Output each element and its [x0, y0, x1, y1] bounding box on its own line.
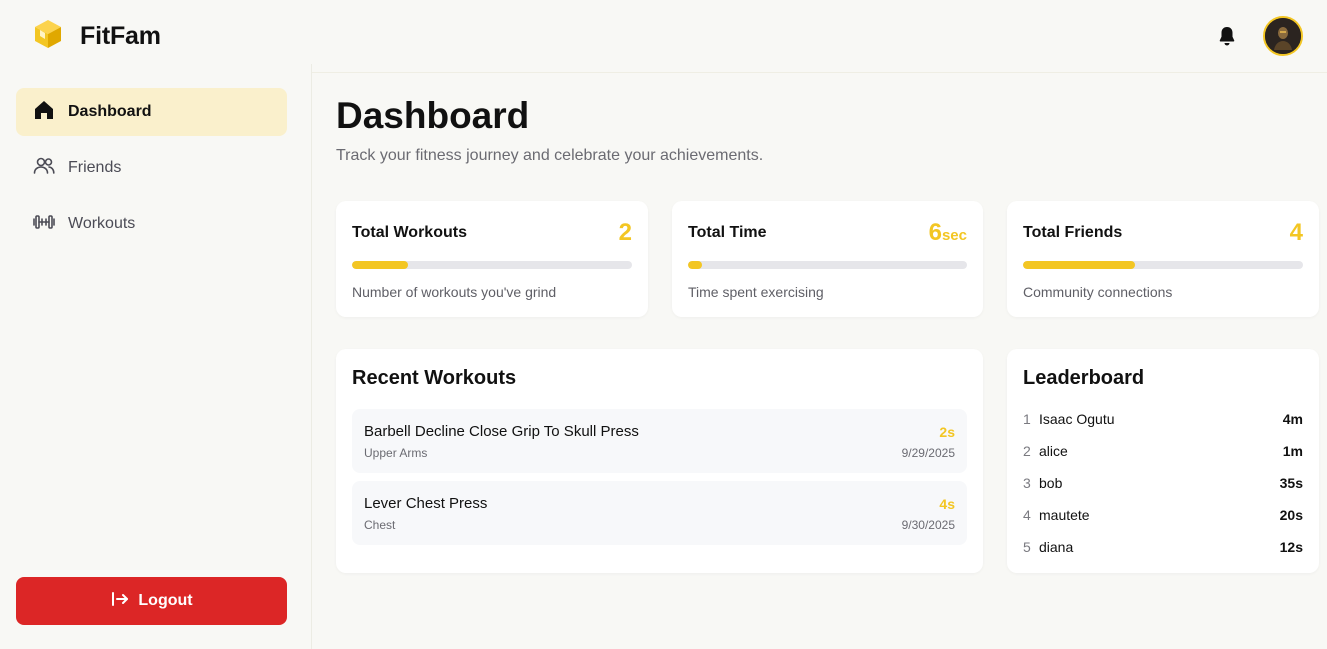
workout-duration: 2s: [939, 424, 955, 440]
recent-workouts-card: Recent Workouts Barbell Decline Close Gr…: [336, 349, 983, 573]
list-item[interactable]: Lever Chest Press Chest 4s 9/30/2025: [352, 481, 967, 545]
workout-date: 9/30/2025: [901, 518, 955, 532]
progress-bar: [1023, 261, 1303, 269]
stat-value: 4: [1289, 219, 1303, 246]
page-title: Dashboard: [336, 95, 530, 136]
workout-name: Lever Chest Press: [364, 495, 488, 512]
stat-description: Time spent exercising: [688, 284, 824, 300]
workout-date: 9/29/2025: [901, 446, 955, 460]
leaderboard-score: 4m: [1282, 411, 1303, 427]
workout-duration: 4s: [939, 496, 955, 512]
stat-card-friends: Total Friends 4 Community connections: [1007, 201, 1319, 317]
leaderboard-rank: 5: [1023, 539, 1031, 555]
progress-bar: [688, 261, 967, 269]
dumbbell-icon: [32, 210, 56, 239]
leaderboard-score: 20s: [1279, 507, 1303, 523]
stat-title: Total Workouts: [352, 224, 467, 241]
users-icon: [32, 154, 56, 183]
leaderboard-score: 12s: [1279, 539, 1303, 555]
stat-title: Total Friends: [1023, 224, 1123, 241]
sidebar-item-label: Friends: [68, 159, 122, 176]
sidebar-item-label: Workouts: [68, 215, 136, 232]
list-item[interactable]: Barbell Decline Close Grip To Skull Pres…: [352, 409, 967, 473]
leaderboard-score: 35s: [1279, 475, 1303, 491]
leaderboard-rank: 1: [1023, 411, 1031, 427]
logout-icon: [110, 589, 138, 614]
leaderboard-rank: 4: [1023, 507, 1031, 523]
leaderboard-name: Isaac Ogutu: [1039, 411, 1115, 427]
stat-value: 2: [618, 219, 632, 246]
sidebar-item-dashboard[interactable]: Dashboard: [16, 88, 287, 136]
home-icon: [32, 98, 56, 127]
workout-name: Barbell Decline Close Grip To Skull Pres…: [364, 423, 639, 440]
sidebar-item-friends[interactable]: Friends: [16, 144, 287, 192]
stat-card-time: Total Time 6sec Time spent exercising: [672, 201, 983, 317]
leaderboard-name: mautete: [1039, 507, 1090, 523]
logout-button[interactable]: Logout: [16, 577, 287, 625]
leaderboard-rank: 2: [1023, 443, 1031, 459]
leaderboard-card: Leaderboard 1 Isaac Ogutu 4m 2 alice 1m …: [1007, 349, 1319, 573]
cube-icon: [32, 18, 64, 55]
stat-card-workouts: Total Workouts 2 Number of workouts you'…: [336, 201, 648, 317]
stat-value: 6sec: [928, 219, 967, 246]
header-divider: [312, 72, 1327, 73]
bell-icon[interactable]: [1215, 24, 1239, 48]
sidebar-item-label: Dashboard: [68, 103, 152, 120]
leaderboard-row[interactable]: 5 diana 12s: [1023, 537, 1303, 557]
workout-category: Upper Arms: [364, 446, 428, 460]
brand[interactable]: FitFam: [32, 18, 161, 55]
leaderboard-score: 1m: [1282, 443, 1303, 459]
stat-description: Number of workouts you've grind: [352, 284, 557, 300]
sidebar-divider: [311, 64, 312, 649]
app-name: FitFam: [80, 22, 161, 50]
leaderboard-name: alice: [1039, 443, 1068, 459]
avatar[interactable]: [1263, 16, 1303, 56]
progress-bar: [352, 261, 632, 269]
stat-description: Community connections: [1023, 284, 1173, 300]
leaderboard-row[interactable]: 1 Isaac Ogutu 4m: [1023, 409, 1303, 429]
leaderboard-name: diana: [1039, 539, 1074, 555]
section-title: Leaderboard: [1023, 367, 1145, 389]
leaderboard-name: bob: [1039, 475, 1063, 491]
stat-title: Total Time: [688, 224, 767, 241]
page-subtitle: Track your fitness journey and celebrate…: [336, 147, 764, 164]
sidebar-item-workouts[interactable]: Workouts: [16, 200, 287, 248]
leaderboard-rank: 3: [1023, 475, 1031, 491]
leaderboard-row[interactable]: 2 alice 1m: [1023, 441, 1303, 461]
workout-category: Chest: [364, 518, 396, 532]
leaderboard-row[interactable]: 3 bob 35s: [1023, 473, 1303, 493]
leaderboard-row[interactable]: 4 mautete 20s: [1023, 505, 1303, 525]
logout-label: Logout: [138, 592, 193, 609]
section-title: Recent Workouts: [352, 367, 517, 389]
